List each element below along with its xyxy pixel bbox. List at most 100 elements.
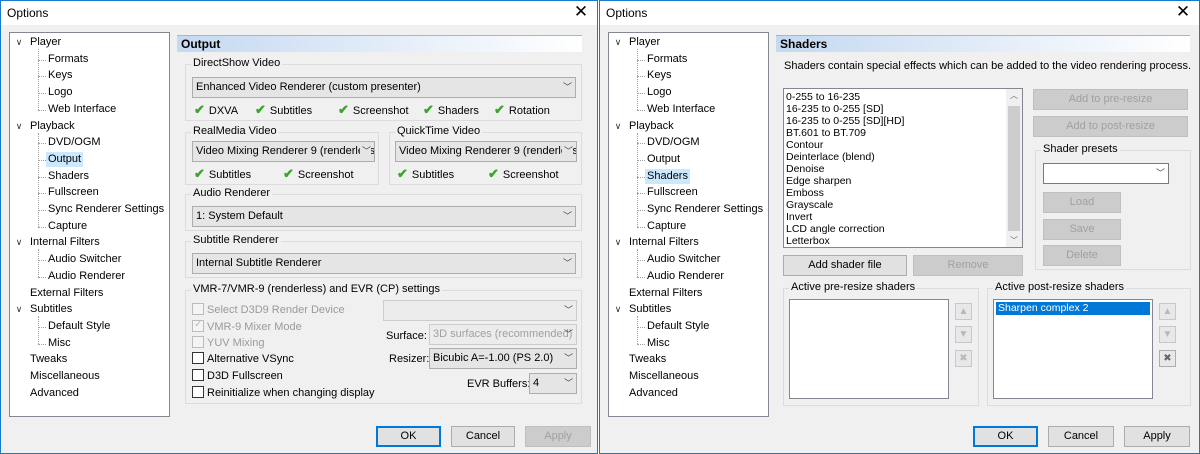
tree-item-web-interface[interactable]: Web Interface (48, 102, 116, 117)
move-up-icon[interactable]: ▲ (1159, 303, 1176, 320)
expander-chevron-icon[interactable]: ∨ (15, 235, 23, 250)
load-preset-button[interactable]: Load (1043, 192, 1121, 213)
expander-chevron-icon[interactable]: ∨ (15, 35, 23, 50)
d3d-fullscreen-checkbox[interactable]: D3D Fullscreen (192, 369, 283, 383)
list-item[interactable]: Letterbox (784, 235, 1022, 247)
delete-preset-button[interactable]: Delete (1043, 245, 1121, 266)
add-post-resize-button[interactable]: Add to post-resize (1033, 116, 1188, 137)
delete-x-icon[interactable]: ✖ (1159, 350, 1176, 367)
tree-item-subtitles[interactable]: Subtitles (629, 302, 671, 317)
tree-item-external-filters[interactable]: External Filters (629, 286, 702, 301)
save-preset-button[interactable]: Save (1043, 219, 1121, 240)
add-pre-resize-button[interactable]: Add to pre-resize (1033, 89, 1188, 110)
tree-item-formats[interactable]: Formats (48, 52, 88, 67)
list-item[interactable]: 16-235 to 0-255 [SD][HD] (784, 115, 1022, 127)
cancel-button[interactable]: Cancel (451, 426, 515, 447)
select-d3d9-checkbox[interactable]: Select D3D9 Render Device (192, 303, 345, 317)
tree-item-player[interactable]: Player (629, 35, 660, 50)
list-item[interactable]: LCD angle correction (784, 223, 1022, 235)
list-item[interactable]: Invert (784, 211, 1022, 223)
tree-item-output[interactable]: Output (647, 152, 680, 167)
tree-item-capture[interactable]: Capture (48, 219, 87, 234)
quicktime-renderer-select[interactable]: Video Mixing Renderer 9 (renderless) ﹀ (395, 141, 577, 162)
tree-item-internal-filters[interactable]: Internal Filters (629, 235, 699, 250)
tree-item-output[interactable]: Output (46, 151, 84, 167)
list-item[interactable]: Grayscale (784, 199, 1022, 211)
audio-renderer-select[interactable]: 1: System Default ﹀ (192, 206, 576, 227)
surface-select[interactable]: 3D surfaces (recommended) ﹀ (429, 324, 577, 345)
tree-item-logo[interactable]: Logo (48, 85, 72, 100)
list-item[interactable]: Edge sharpen (784, 175, 1022, 187)
expander-chevron-icon[interactable]: ∨ (15, 119, 23, 134)
tree-item-shaders[interactable]: Shaders (645, 168, 690, 184)
tree-item-keys[interactable]: Keys (48, 68, 72, 83)
scrollbar[interactable]: ︿ ﹀ (1006, 89, 1022, 247)
tree-item-dvd-ogm[interactable]: DVD/OGM (48, 135, 101, 150)
tree-item-audio-renderer[interactable]: Audio Renderer (647, 269, 724, 284)
tree-item-capture[interactable]: Capture (647, 219, 686, 234)
expander-chevron-icon[interactable]: ∨ (614, 235, 622, 250)
tree-item-miscellaneous[interactable]: Miscellaneous (30, 369, 100, 384)
vmr9-mixer-checkbox[interactable]: VMR-9 Mixer Mode (192, 318, 302, 334)
tree-item-tweaks[interactable]: Tweaks (30, 352, 67, 367)
close-icon[interactable]: ✕ (571, 2, 591, 22)
list-item[interactable]: Contour (784, 139, 1022, 151)
tree-item-web-interface[interactable]: Web Interface (647, 102, 715, 117)
move-down-icon[interactable]: ▼ (955, 326, 972, 343)
close-icon[interactable]: ✕ (1173, 2, 1193, 22)
tree-item-advanced[interactable]: Advanced (30, 386, 79, 401)
tree-item-audio-renderer[interactable]: Audio Renderer (48, 269, 125, 284)
tree-item-logo[interactable]: Logo (647, 85, 671, 100)
tree-item-default-style[interactable]: Default Style (647, 319, 709, 334)
cancel-button[interactable]: Cancel (1048, 426, 1114, 447)
chevron-up-icon[interactable]: ︿ (1006, 90, 1022, 101)
ok-button[interactable]: OK (376, 426, 441, 447)
tree-item-internal-filters[interactable]: Internal Filters (30, 235, 100, 250)
resizer-select[interactable]: Bicubic A=-1.00 (PS 2.0) ﹀ (429, 348, 577, 369)
tree-item-default-style[interactable]: Default Style (48, 319, 110, 334)
scrollbar-thumb[interactable] (1008, 106, 1020, 231)
shader-list[interactable]: 0-255 to 16-235 16-235 to 0-255 [SD] 16-23… (783, 88, 1023, 248)
tree-item-sync-renderer-settings[interactable]: Sync Renderer Settings (48, 202, 164, 217)
expander-chevron-icon[interactable]: ∨ (15, 302, 23, 317)
shader-presets-select[interactable]: ﹀ (1043, 163, 1169, 184)
realmedia-renderer-select[interactable]: Video Mixing Renderer 9 (renderless) ﹀ (192, 141, 375, 162)
pre-resize-list[interactable] (789, 299, 949, 399)
tree-item-misc[interactable]: Misc (647, 336, 670, 351)
expander-chevron-icon[interactable]: ∨ (614, 302, 622, 317)
tree-item-fullscreen[interactable]: Fullscreen (647, 185, 698, 200)
tree-item-audio-switcher[interactable]: Audio Switcher (48, 252, 121, 267)
reinitialize-checkbox[interactable]: Reinitialize when changing display (192, 386, 375, 400)
delete-x-icon[interactable]: ✖ (955, 350, 972, 367)
tree-item-audio-switcher[interactable]: Audio Switcher (647, 252, 720, 267)
tree-item-miscellaneous[interactable]: Miscellaneous (629, 369, 699, 384)
tree-item-shaders[interactable]: Shaders (48, 169, 89, 184)
list-item[interactable]: Emboss (784, 187, 1022, 199)
chevron-down-icon[interactable]: ﹀ (1006, 235, 1022, 246)
ok-button[interactable]: OK (973, 426, 1038, 447)
tree-item-keys[interactable]: Keys (647, 68, 671, 83)
tree-item-fullscreen[interactable]: Fullscreen (48, 185, 99, 200)
list-item[interactable]: Deinterlace (blend) (784, 151, 1022, 163)
tree-item-tweaks[interactable]: Tweaks (629, 352, 666, 367)
tree-item-formats[interactable]: Formats (647, 52, 687, 67)
d3d9-device-select[interactable]: ﹀ (383, 300, 577, 321)
tree-item-dvd-ogm[interactable]: DVD/OGM (647, 135, 700, 150)
subtitle-renderer-select[interactable]: Internal Subtitle Renderer ﹀ (192, 253, 576, 274)
apply-button[interactable]: Apply (1124, 426, 1190, 447)
directshow-renderer-select[interactable]: Enhanced Video Renderer (custom presente… (192, 77, 576, 98)
tree-item-sync-renderer-settings[interactable]: Sync Renderer Settings (647, 202, 763, 217)
evr-buffers-select[interactable]: 4 ﹀ (529, 373, 577, 394)
tree-item-advanced[interactable]: Advanced (629, 386, 678, 401)
expander-chevron-icon[interactable]: ∨ (614, 119, 622, 134)
tree-item-external-filters[interactable]: External Filters (30, 286, 103, 301)
move-down-icon[interactable]: ▼ (1159, 326, 1176, 343)
list-item[interactable]: Denoise (784, 163, 1022, 175)
options-tree[interactable]: ∨ Player Formats Keys Logo Web Interface ∨ Play… (9, 32, 170, 417)
post-resize-list[interactable]: Sharpen complex 2 (993, 299, 1153, 399)
tree-item-player[interactable]: Player (30, 35, 61, 50)
apply-button[interactable]: Apply (525, 426, 591, 447)
expander-chevron-icon[interactable]: ∨ (614, 35, 622, 50)
list-item[interactable]: 16-235 to 0-255 [SD] (784, 103, 1022, 115)
yuv-mixing-checkbox[interactable]: YUV Mixing (192, 336, 264, 350)
